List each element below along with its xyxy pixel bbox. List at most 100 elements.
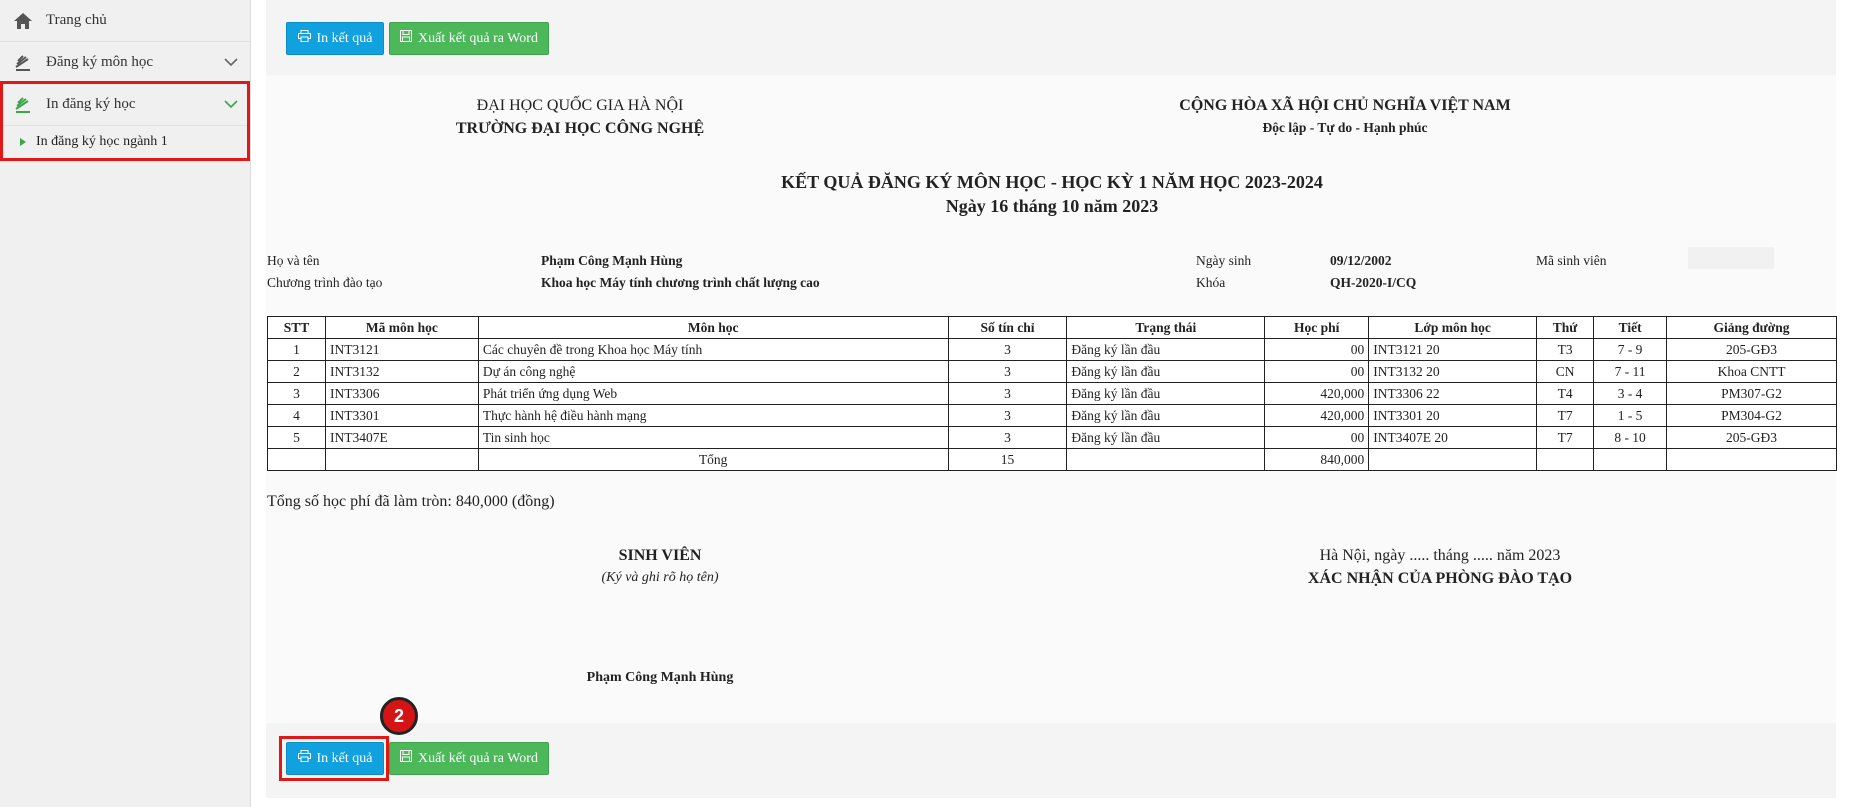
table-cell (1666, 448, 1837, 471)
table-cell: Đăng ký lần đầu (1066, 404, 1266, 427)
table-cell: CN (1536, 360, 1595, 383)
dob-label: Ngày sinh (1196, 253, 1252, 268)
program-value: Khoa học Máy tính chương trình chất lượn… (541, 275, 820, 290)
table-cell: Đăng ký lần đầu (1066, 360, 1266, 383)
table-cell: 00 (1264, 426, 1370, 449)
student-id-redacted (1688, 247, 1774, 269)
total-credits: 15 (947, 448, 1068, 471)
cohort-label: Khóa (1196, 275, 1226, 290)
table-cell: 5 (267, 426, 326, 449)
table-header-row: STT Mã môn học Môn học Số tín chỉ Trạng … (267, 316, 1837, 339)
table-cell: Đăng ký lần đầu (1066, 382, 1266, 405)
table-cell: INT3301 (324, 404, 479, 427)
office-signature-title: XÁC NHẬN CỦA PHÒNG ĐÀO TẠO (1307, 570, 1573, 587)
table-cell (267, 448, 326, 471)
column-header: Học phí (1264, 316, 1370, 339)
export-word-button[interactable]: Xuất kết quả ra Word (389, 22, 549, 55)
table-cell: 1 - 5 (1593, 404, 1668, 427)
table-cell: 205-GĐ3 (1666, 338, 1837, 361)
table-cell: INT3301 20 (1368, 404, 1538, 427)
top-toolbar: In kết quả Xuất kết quả ra Word (266, 0, 1836, 75)
column-header: Tiết (1593, 316, 1668, 339)
column-header: Lớp môn học (1368, 316, 1538, 339)
table-cell: Phát triển ứng dụng Web (477, 382, 949, 405)
chevron-down-icon (224, 55, 238, 72)
highlight-box (0, 81, 250, 161)
program-label: Chương trình đào tạo (267, 275, 383, 290)
table-cell (1536, 448, 1595, 471)
table-cell: INT3132 20 (1368, 360, 1538, 383)
printer-icon (297, 30, 311, 47)
table-cell: 00 (1264, 338, 1370, 361)
nation-name: CỘNG HÒA XÃ HỘI CHỦ NGHĨA VIỆT NAM (1179, 97, 1511, 114)
table-cell: Đăng ký lần đầu (1066, 338, 1266, 361)
sidebar-item-label: Trang chủ (46, 12, 107, 28)
column-header: Mã môn học (324, 316, 479, 339)
home-icon (12, 10, 34, 32)
table-row: 2 INT3132 Dự án công nghệ 3 Đăng ký lần … (267, 360, 1837, 383)
table-cell: 420,000 (1264, 382, 1370, 405)
column-header: Môn học (477, 316, 949, 339)
column-header: Giảng đường (1666, 316, 1837, 339)
table-cell: INT3407E (324, 426, 479, 449)
step-badge: 2 (380, 697, 418, 735)
fee-summary: Tổng số học phí đã làm tròn: 840,000 (đồ… (267, 493, 555, 510)
name-label: Họ và tên (267, 253, 320, 268)
student-signature-note: (Ký và ghi rõ họ tên) (601, 570, 719, 585)
sidebar-item-home[interactable]: Trang chủ (0, 0, 250, 42)
table-cell: 2 (267, 360, 326, 383)
table-cell: 420,000 (1264, 404, 1370, 427)
table-cell: T4 (1536, 382, 1595, 405)
export-button-label: Xuất kết quả ra Word (418, 30, 538, 46)
table-cell: 3 (947, 360, 1068, 383)
table-cell: 1 (267, 338, 326, 361)
save-icon (400, 750, 413, 767)
table-cell: INT3132 (324, 360, 479, 383)
table-cell: INT3121 (324, 338, 479, 361)
table-cell: INT3306 (324, 382, 479, 405)
sidebar-item-label: Đăng ký môn học (46, 54, 154, 70)
university-name: ĐẠI HỌC QUỐC GIA HÀ NỘI (476, 97, 684, 114)
table-cell: 3 - 4 (1593, 382, 1668, 405)
table-cell: 3 (947, 382, 1068, 405)
table-cell: Thực hành hệ điều hành mạng (477, 404, 949, 427)
table-row: 3 INT3306 Phát triển ứng dụng Web 3 Đăng… (267, 382, 1837, 405)
place-date: Hà Nội, ngày ..... tháng ..... năm 2023 (1319, 547, 1561, 564)
table-cell: Tin sinh học (477, 426, 949, 449)
student-signature-title: SINH VIÊN (618, 547, 702, 564)
bottom-toolbar: In kết quả Xuất kết quả ra Word (266, 723, 1836, 798)
table-cell: 205-GĐ3 (1666, 426, 1837, 449)
export-word-button[interactable]: Xuất kết quả ra Word (389, 742, 549, 775)
table-cell: 3 (947, 338, 1068, 361)
table-cell: 3 (947, 404, 1068, 427)
print-button[interactable]: In kết quả (286, 22, 384, 55)
table-cell (1593, 448, 1668, 471)
school-name: TRƯỜNG ĐẠI HỌC CÔNG NGHỆ (455, 120, 705, 137)
save-icon (400, 30, 413, 47)
table-row: 4 INT3301 Thực hành hệ điều hành mạng 3 … (267, 404, 1837, 427)
table-cell (324, 448, 479, 471)
table-cell: Đăng ký lần đầu (1066, 426, 1266, 449)
table-cell: 7 - 11 (1593, 360, 1668, 383)
column-header: Thứ (1536, 316, 1595, 339)
table-cell: INT3306 22 (1368, 382, 1538, 405)
total-label: Tổng (477, 448, 949, 471)
column-header: STT (267, 316, 326, 339)
table-cell: Các chuyên đề trong Khoa học Máy tính (477, 338, 949, 361)
dob-value: 09/12/2002 (1330, 253, 1392, 268)
table-cell: T3 (1536, 338, 1595, 361)
table-cell: PM304-G2 (1666, 404, 1837, 427)
table-cell: PM307-G2 (1666, 382, 1837, 405)
highlight-box (279, 736, 389, 781)
table-cell: 3 (947, 426, 1068, 449)
sidebar-item-course-registration[interactable]: Đăng ký môn học (0, 42, 250, 84)
table-cell: INT3121 20 (1368, 338, 1538, 361)
motto: Độc lập - Tự do - Hạnh phúc (1262, 120, 1428, 135)
student-signature-name: Phạm Công Mạnh Hùng (586, 670, 734, 685)
total-fee: 840,000 (1264, 448, 1370, 471)
export-button-label: Xuất kết quả ra Word (418, 750, 538, 766)
student-id-label: Mã sinh viên (1536, 253, 1607, 268)
table-cell: T7 (1536, 426, 1595, 449)
table-cell: 8 - 10 (1593, 426, 1668, 449)
column-header: Số tín chỉ (947, 316, 1068, 339)
